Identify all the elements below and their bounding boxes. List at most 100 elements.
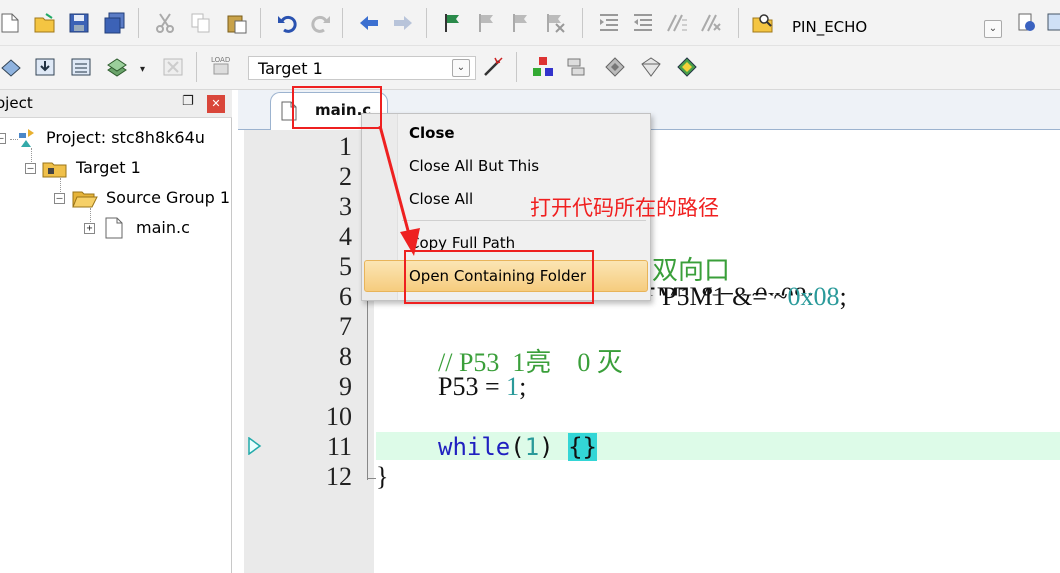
- chevron-down-icon[interactable]: ▾: [140, 64, 145, 75]
- line-number: 11: [326, 432, 352, 461]
- target-options-icon[interactable]: [482, 56, 504, 78]
- toolbar-separator: [342, 8, 343, 38]
- code-line6-hex: 0x08: [787, 282, 840, 311]
- project-panel-header: oject ❐ ✕: [0, 90, 232, 118]
- tree-item-source-group[interactable]: Source Group 1: [106, 188, 230, 207]
- tree-item-project[interactable]: Project: stc8h8k64u: [46, 128, 205, 147]
- config-name: PIN_ECHO: [792, 18, 868, 36]
- fold-end: [367, 478, 376, 479]
- bookmark-icon[interactable]: [442, 12, 464, 34]
- save-all-icon[interactable]: [104, 12, 126, 34]
- redo-icon[interactable]: [310, 12, 332, 34]
- line-number: 1: [339, 132, 352, 161]
- cut-icon[interactable]: [154, 12, 176, 34]
- select-packs-icon[interactable]: [676, 56, 698, 78]
- code-line11-close: ): [539, 433, 569, 461]
- code-line9-lhs: P53 =: [438, 372, 507, 401]
- new-file-icon[interactable]: [0, 12, 22, 34]
- code-line-12: }: [376, 462, 389, 491]
- download-icon[interactable]: LOAD: [210, 54, 232, 76]
- paste-icon[interactable]: [226, 12, 248, 34]
- annotation-arrow: [378, 125, 420, 256]
- debug-icon[interactable]: [1016, 12, 1038, 34]
- tree-item-file[interactable]: main.c: [136, 218, 190, 237]
- svg-text:LOAD: LOAD: [211, 56, 230, 64]
- line-number: 2: [339, 162, 352, 191]
- file-icon: [105, 217, 123, 239]
- main-toolbar: PIN_ECHO ⌄: [0, 0, 1060, 46]
- code-line9-val: 1: [506, 372, 520, 401]
- code-line6-tail: P5M1 &= ~0x08;: [662, 282, 847, 312]
- toolbar-separator: [516, 52, 517, 82]
- open-folder-icon[interactable]: [34, 12, 56, 34]
- comment-icon[interactable]: [666, 12, 688, 34]
- code-line11-open: (: [510, 433, 525, 461]
- undo-icon[interactable]: [276, 12, 298, 34]
- code-line6-tilde: ~: [773, 282, 788, 311]
- toolbar-separator: [582, 8, 583, 38]
- target-select-value: Target 1: [258, 59, 323, 78]
- line-number: 5: [339, 252, 352, 281]
- navigate-back-icon[interactable]: [358, 12, 380, 34]
- line-number: 6: [339, 282, 352, 311]
- packs-icon[interactable]: [604, 56, 626, 78]
- close-icon[interactable]: ✕: [207, 95, 225, 113]
- annotation-text: 打开代码所在的路径: [530, 196, 719, 220]
- pin-icon[interactable]: ❐: [182, 94, 194, 109]
- tree-expander[interactable]: –: [25, 163, 36, 174]
- line-number: 9: [339, 372, 352, 401]
- chevron-down-icon[interactable]: ⌄: [984, 20, 1002, 38]
- code-line11-brace: {}: [568, 433, 597, 461]
- code-line11-keyword: while: [438, 433, 511, 461]
- navigate-forward-icon[interactable]: [392, 12, 414, 34]
- current-line-arrow-icon: [248, 437, 262, 455]
- toolbar-separator: [426, 8, 427, 38]
- chevron-down-icon[interactable]: ⌄: [452, 59, 470, 77]
- line-number: 12: [326, 462, 352, 491]
- translate-icon[interactable]: [0, 56, 22, 78]
- toolbar-separator: [196, 52, 197, 82]
- build-toolbar: ▾ LOAD Target 1 ⌄: [0, 46, 1060, 90]
- code-line9-semi: ;: [519, 372, 527, 401]
- books-icon[interactable]: [566, 56, 588, 78]
- line-number: 4: [339, 222, 352, 251]
- toolbar-separator: [138, 8, 139, 38]
- stop-build-icon[interactable]: [162, 56, 184, 78]
- manage-project-icon[interactable]: [532, 56, 554, 78]
- build-icon[interactable]: [34, 56, 56, 78]
- batch-build-icon[interactable]: [106, 56, 128, 78]
- code-line6-semi: ;: [839, 282, 847, 311]
- annotation-box-menu-item: [404, 250, 594, 304]
- target-select[interactable]: Target 1 ⌄: [248, 56, 476, 80]
- project-panel-title: oject: [0, 94, 33, 112]
- tree-item-target[interactable]: Target 1: [76, 158, 141, 177]
- annotation-box-tab: [292, 86, 382, 129]
- save-icon[interactable]: [68, 12, 90, 34]
- find-in-files-icon[interactable]: [752, 12, 774, 34]
- pack-installer-icon[interactable]: [640, 56, 662, 78]
- line-number: 3: [339, 192, 352, 221]
- clear-bookmarks-icon[interactable]: [544, 12, 566, 34]
- project-icon: [19, 129, 34, 147]
- unindent-icon[interactable]: [632, 12, 654, 34]
- tree-expander[interactable]: –: [54, 193, 65, 204]
- toolbar-separator: [738, 8, 739, 38]
- code-line11-num: 1: [524, 433, 540, 461]
- target-folder-icon: [42, 162, 67, 178]
- project-panel: oject ❐ ✕ – Project: stc8h8k64u – Target…: [0, 90, 232, 573]
- tree-expander[interactable]: +: [84, 223, 95, 234]
- options-icon[interactable]: [1046, 12, 1060, 34]
- code-line-11: while(1) {}: [438, 433, 597, 461]
- indent-icon[interactable]: [598, 12, 620, 34]
- line-number: 7: [339, 312, 352, 341]
- tree-expander[interactable]: –: [0, 133, 6, 144]
- ide-window: PIN_ECHO ⌄ ▾ LOAD Target 1 ⌄ oject ❐ ✕ P…: [0, 0, 1060, 573]
- line-number: 10: [326, 402, 352, 431]
- prev-bookmark-icon[interactable]: [476, 12, 498, 34]
- rebuild-icon[interactable]: [70, 56, 92, 78]
- copy-icon[interactable]: [190, 12, 212, 34]
- folder-open-icon: [72, 191, 98, 208]
- uncomment-icon[interactable]: [700, 12, 722, 34]
- line-number: 8: [339, 342, 352, 371]
- next-bookmark-icon[interactable]: [510, 12, 532, 34]
